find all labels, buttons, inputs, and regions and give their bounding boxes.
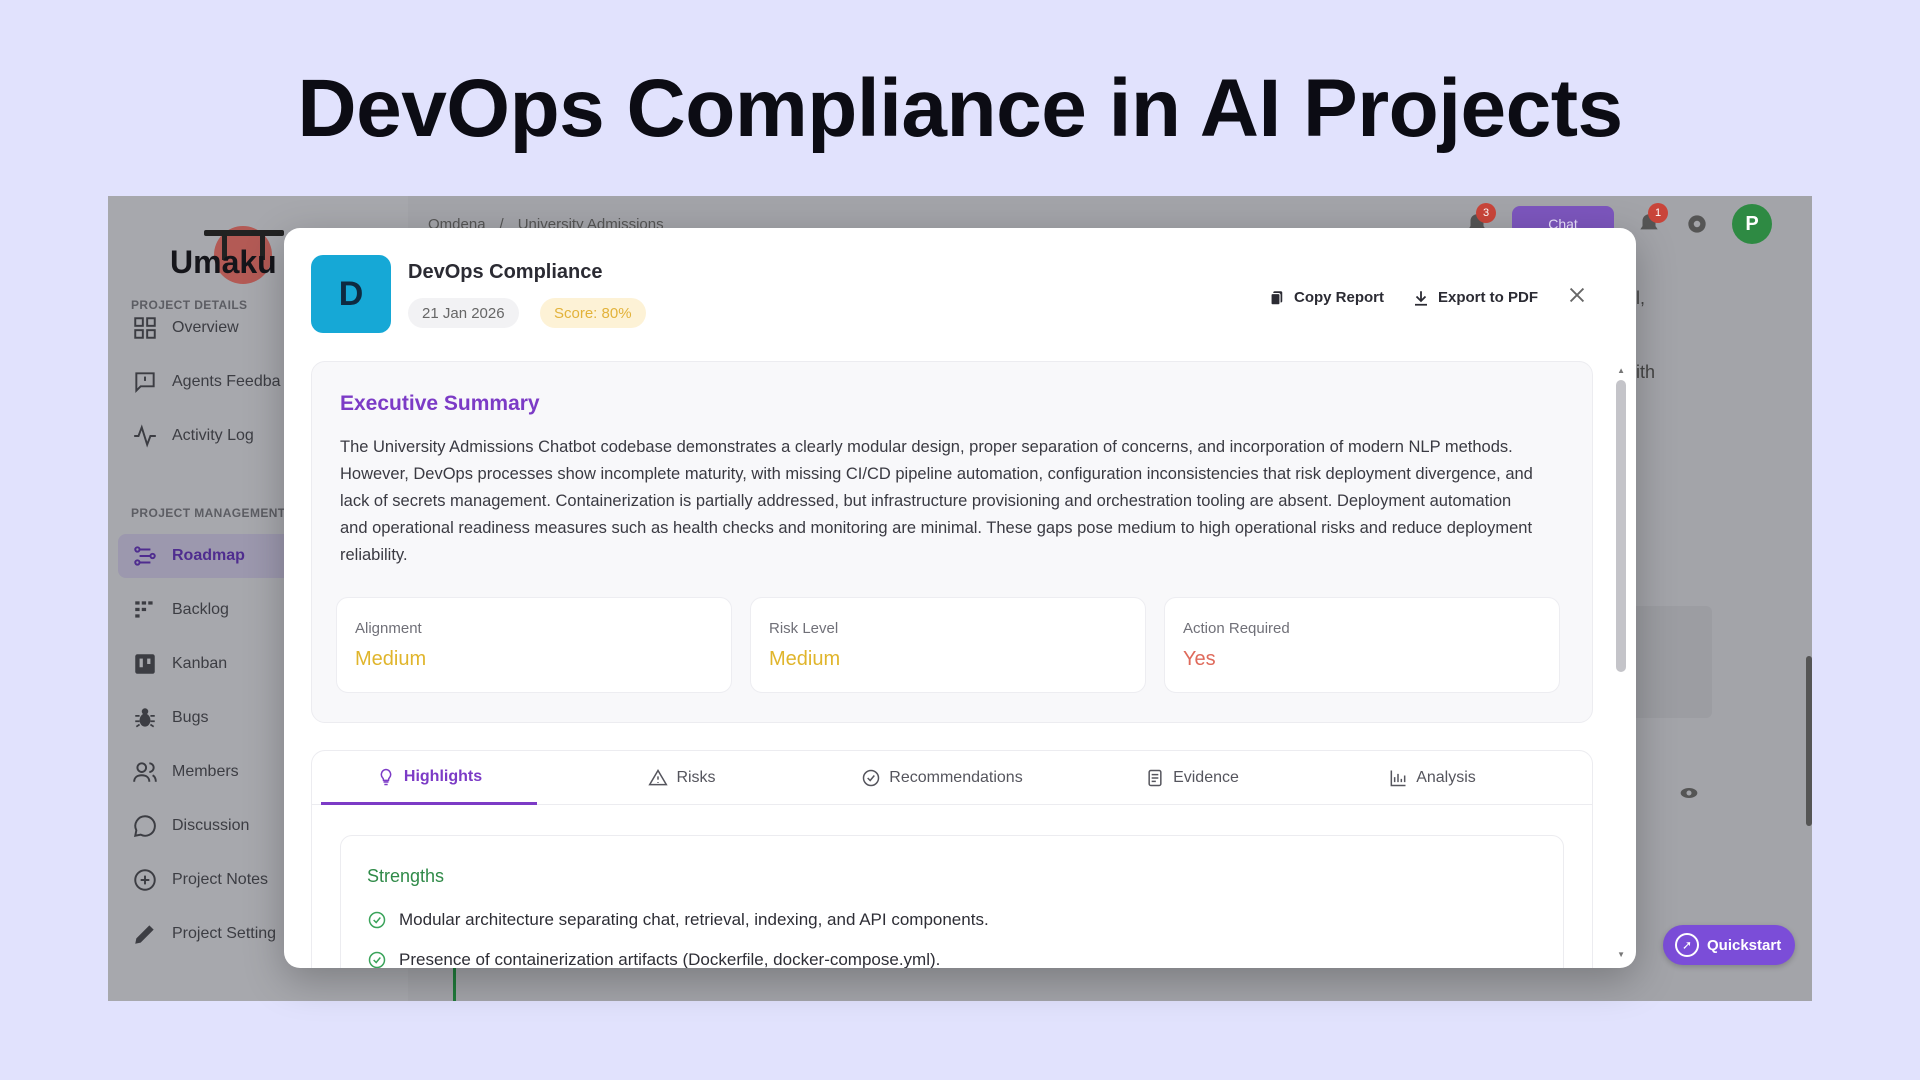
sidebar-item-label: Backlog xyxy=(172,601,229,618)
tab-label: Evidence xyxy=(1173,769,1239,786)
sidebar-item-label: Project Notes xyxy=(172,871,269,888)
page-scrollbar[interactable] xyxy=(1806,656,1812,826)
metric-value: Medium xyxy=(769,648,841,670)
activity-icon xyxy=(134,424,156,448)
metric-action-required: Action Required Yes xyxy=(1164,597,1560,693)
timeline-marker xyxy=(453,966,456,1001)
sidebar-section-project-management: PROJECT MANAGEMENT xyxy=(131,506,286,520)
modal-actions: Copy Report Export to PDF xyxy=(1268,284,1588,311)
sidebar-item-label: Agents Feedba xyxy=(172,373,281,390)
check-circle-icon xyxy=(368,951,386,968)
tab-risks[interactable]: Risks xyxy=(592,751,772,805)
bug-icon xyxy=(135,708,155,728)
tab-evidence[interactable]: Evidence xyxy=(1102,751,1282,805)
message-square-icon xyxy=(135,372,155,394)
scroll-up-arrow[interactable]: ▲ xyxy=(1617,366,1625,375)
sidebar-item-label: Kanban xyxy=(172,655,228,672)
modal-scrollbar-thumb[interactable] xyxy=(1616,380,1626,672)
tab-bar: Highlights Risks Recommendations Evidenc… xyxy=(312,751,1592,805)
warning-icon xyxy=(648,769,669,786)
logo-text: Umaku xyxy=(170,244,277,280)
sidebar-item-label: Members xyxy=(172,763,239,780)
copy-report-button[interactable]: Copy Report xyxy=(1268,289,1384,307)
report-tabs-panel: Highlights Risks Recommendations Evidenc… xyxy=(311,750,1593,968)
compass-icon: ➚ xyxy=(1675,933,1699,957)
alerts-button[interactable]: 1 xyxy=(1636,203,1668,237)
close-button[interactable] xyxy=(1566,284,1588,311)
quickstart-button[interactable]: ➚ Quickstart xyxy=(1663,925,1795,965)
chat-bubble-icon xyxy=(134,815,156,837)
pencil-icon xyxy=(135,925,154,944)
metric-label: Action Required xyxy=(1183,620,1290,637)
gear-icon[interactable] xyxy=(1684,211,1710,237)
metric-label: Risk Level xyxy=(769,620,839,637)
bar-chart-icon xyxy=(1390,770,1406,787)
strength-text: Presence of containerization artifacts (… xyxy=(399,950,941,968)
tab-analysis[interactable]: Analysis xyxy=(1342,751,1522,805)
list-item: Presence of containerization artifacts (… xyxy=(367,950,940,968)
users-icon xyxy=(133,762,157,782)
document-icon xyxy=(1148,769,1162,787)
grid-icon xyxy=(134,317,156,339)
score-badge: Score: 80% xyxy=(540,298,646,328)
kanban-icon xyxy=(135,654,155,674)
list-item: Modular architecture separating chat, re… xyxy=(367,910,989,930)
sidebar-item-label: Project Setting xyxy=(172,925,277,942)
scroll-down-arrow[interactable]: ▼ xyxy=(1617,950,1625,959)
lightbulb-icon xyxy=(380,768,392,785)
alerts-badge: 1 xyxy=(1648,203,1668,223)
report-date-badge: 21 Jan 2026 xyxy=(408,298,519,328)
download-icon xyxy=(1415,290,1427,306)
roadmap-icon xyxy=(134,546,156,566)
strength-text: Modular architecture separating chat, re… xyxy=(399,910,989,929)
copy-report-label: Copy Report xyxy=(1294,289,1384,306)
eye-icon[interactable] xyxy=(1679,783,1699,803)
metric-value: Medium xyxy=(355,648,427,670)
metric-alignment: Alignment Medium xyxy=(336,597,732,693)
export-pdf-button[interactable]: Export to PDF xyxy=(1412,289,1538,307)
metric-risk-level: Risk Level Medium xyxy=(750,597,1146,693)
logo-gate-shape xyxy=(204,230,284,236)
check-circle-icon xyxy=(863,769,880,787)
background-text: l, xyxy=(1636,288,1645,308)
tab-recommendations[interactable]: Recommendations xyxy=(832,751,1052,805)
backlog-icon xyxy=(135,601,153,618)
strengths-card: Strengths Modular architecture separatin… xyxy=(340,835,1564,968)
strengths-title: Strengths xyxy=(367,866,445,886)
executive-summary-title: Executive Summary xyxy=(340,392,540,415)
check-circle-icon xyxy=(368,911,386,929)
metric-value: Yes xyxy=(1183,648,1216,670)
executive-summary-card: Executive Summary The University Admissi… xyxy=(311,361,1593,723)
background-text: ith xyxy=(1636,362,1656,382)
slide-title: DevOps Compliance in AI Projects xyxy=(297,63,1623,154)
copy-icon xyxy=(1270,290,1283,305)
sidebar-item-label: Activity Log xyxy=(172,427,254,444)
tab-label: Highlights xyxy=(403,767,483,785)
sidebar-item-label: Bugs xyxy=(172,709,209,726)
modal-title: DevOps Compliance xyxy=(408,261,603,283)
close-icon xyxy=(1569,287,1585,303)
notes-icon xyxy=(134,869,156,891)
sidebar-item-label: Overview xyxy=(172,319,239,336)
executive-summary-text: The University Admissions Chatbot codeba… xyxy=(340,438,1533,564)
quickstart-label: Quickstart xyxy=(1707,936,1782,954)
tab-highlights[interactable]: Highlights xyxy=(321,751,537,805)
tab-label: Recommendations xyxy=(889,769,1023,786)
user-avatar[interactable]: P xyxy=(1732,204,1772,244)
sidebar-item-label: Discussion xyxy=(172,817,250,834)
report-avatar: D xyxy=(311,255,391,333)
sidebar-item-label: Roadmap xyxy=(172,547,245,564)
tab-label: Analysis xyxy=(1416,769,1476,786)
export-pdf-label: Export to PDF xyxy=(1438,289,1538,306)
tab-label: Risks xyxy=(676,769,716,786)
devops-compliance-modal: D DevOps Compliance 21 Jan 2026 Score: 8… xyxy=(284,228,1636,968)
metric-label: Alignment xyxy=(355,620,422,637)
notification-badge: 3 xyxy=(1476,203,1496,223)
